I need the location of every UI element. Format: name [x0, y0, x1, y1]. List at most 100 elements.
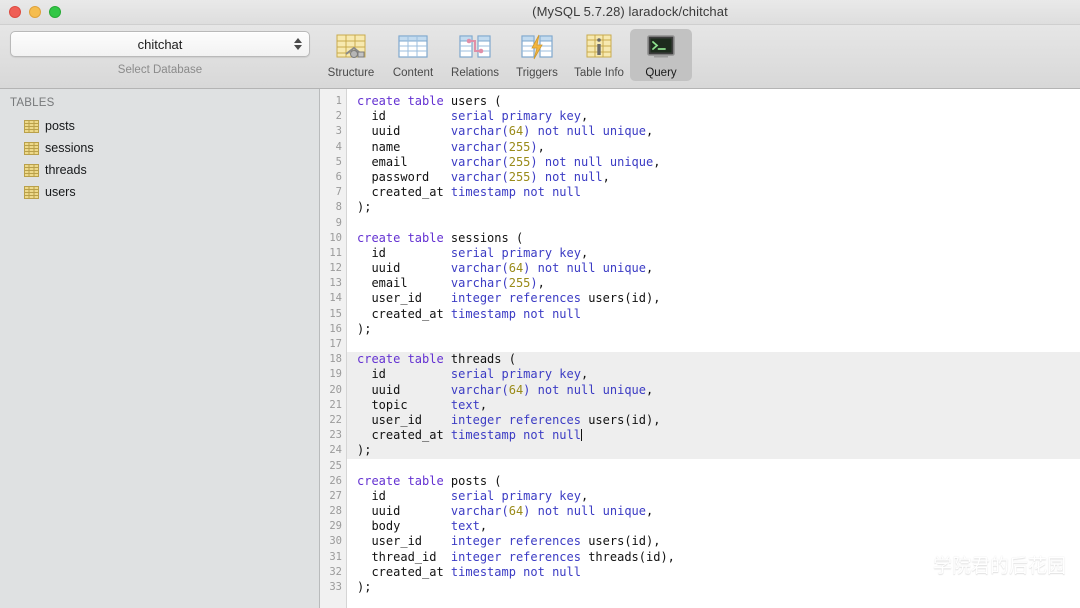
code-token: , — [653, 154, 661, 169]
code-line[interactable]: uuid varchar(64) not null unique, — [357, 261, 1080, 276]
code-line[interactable]: ); — [357, 443, 1080, 458]
code-line[interactable]: thread_id integer references threads(id)… — [357, 550, 1080, 565]
code-line[interactable]: create table posts ( — [357, 474, 1080, 489]
line-number: 10 — [329, 231, 342, 244]
sidebar-table-threads[interactable]: threads — [0, 159, 319, 181]
code-line[interactable]: user_id integer references users(id), — [357, 534, 1080, 549]
line-number: 20 — [329, 383, 342, 396]
toolbar-tab-table-info[interactable]: Table Info — [568, 29, 630, 81]
code-line[interactable]: id serial primary key, — [357, 367, 1080, 382]
code-line[interactable]: ); — [357, 580, 1080, 595]
code-line[interactable]: create table sessions ( — [357, 231, 1080, 246]
code-token: , — [646, 504, 654, 519]
toolbar-tab-triggers[interactable]: Triggers — [506, 29, 568, 81]
code-token: ) not null unique — [523, 382, 646, 397]
line-number: 28 — [329, 505, 342, 518]
code-token: timestamp not null — [450, 306, 581, 321]
line-number: 21 — [329, 398, 342, 411]
code-line[interactable]: user_id integer references users(id), — [357, 413, 1080, 428]
code-token: uuid — [357, 504, 451, 519]
code-line[interactable]: ); — [357, 322, 1080, 337]
line-number: 31 — [329, 550, 342, 563]
code-line[interactable]: ); — [357, 200, 1080, 215]
toolbar-tab-relations[interactable]: Relations — [444, 29, 506, 81]
toolbar-tab-content-label: Content — [392, 67, 434, 79]
code-token: varchar( — [450, 139, 509, 154]
code-line[interactable]: id serial primary key, — [357, 246, 1080, 261]
code-line[interactable]: password varchar(255) not null, — [357, 170, 1080, 185]
code-token: sessions ( — [450, 230, 524, 245]
code-token: ) — [530, 139, 538, 154]
sidebar-table-sessions[interactable]: sessions — [0, 137, 319, 159]
code-token: id — [357, 245, 451, 260]
code-token: 64 — [508, 261, 524, 276]
code-line[interactable]: id serial primary key, — [357, 109, 1080, 124]
code-line[interactable]: created_at timestamp not null — [357, 565, 1080, 580]
toolbar-tab-query-label: Query — [645, 67, 677, 79]
code-line[interactable]: name varchar(255), — [357, 140, 1080, 155]
code-line[interactable]: uuid varchar(64) not null unique, — [357, 383, 1080, 398]
code-token: users(id), — [588, 412, 661, 427]
code-line[interactable]: uuid varchar(64) not null unique, — [357, 124, 1080, 139]
sidebar-table-posts[interactable]: posts — [0, 115, 319, 137]
code-line[interactable]: user_id integer references users(id), — [357, 291, 1080, 306]
code-token: , — [580, 109, 589, 124]
code-token: users(id), — [588, 534, 661, 549]
code-token: text — [450, 397, 480, 412]
toolbar-tab-structure[interactable]: Structure — [320, 29, 382, 81]
code-token: 255 — [508, 169, 531, 184]
code-token: ) not null unique — [523, 124, 646, 139]
code-token: user_id — [357, 412, 451, 427]
code-line[interactable]: topic text, — [357, 398, 1080, 413]
code-line[interactable]: email varchar(255), — [357, 276, 1080, 291]
text-caret — [580, 429, 582, 442]
table-icon — [24, 163, 39, 177]
line-number: 33 — [329, 581, 342, 593]
sidebar-table-users[interactable]: users — [0, 181, 319, 203]
toolbar-tab-query[interactable]: Query — [630, 29, 692, 81]
code-token: , — [537, 139, 545, 154]
table-icon — [24, 119, 39, 133]
code-line[interactable]: create table threads ( — [357, 352, 1080, 367]
code-token: integer references — [450, 549, 589, 564]
code-token: varchar( — [450, 154, 509, 169]
code-token: users ( — [450, 94, 502, 108]
code-line[interactable]: created_at timestamp not null — [357, 185, 1080, 200]
code-line[interactable]: id serial primary key, — [357, 489, 1080, 504]
code-line[interactable]: created_at timestamp not null — [357, 428, 1080, 443]
code-token: , — [602, 169, 610, 184]
code-token: integer references — [450, 291, 589, 306]
code-token: name — [357, 139, 451, 154]
code-token: ); — [357, 443, 372, 458]
sql-code-area[interactable]: create table users ( id serial primary k… — [347, 89, 1080, 608]
code-token: ); — [357, 580, 372, 594]
line-number: 26 — [329, 474, 342, 487]
tables-sidebar: TABLES posts sessions threads users — [0, 89, 320, 608]
code-token: , — [580, 245, 589, 260]
code-token: ) not null — [530, 169, 603, 184]
code-line[interactable]: created_at timestamp not null — [357, 307, 1080, 322]
toolbar-tab-content[interactable]: Content — [382, 29, 444, 81]
code-token: varchar( — [450, 124, 509, 139]
table-icon — [24, 141, 39, 155]
title-bar: (MySQL 5.7.28) laradock/chitchat — [0, 0, 1080, 25]
code-token: 64 — [508, 124, 524, 139]
line-number: 14 — [329, 292, 342, 305]
code-line[interactable] — [357, 216, 1080, 231]
sequel-pro-window: (MySQL 5.7.28) laradock/chitchat chitcha… — [0, 0, 1080, 608]
code-line[interactable]: body text, — [357, 519, 1080, 534]
code-line[interactable]: create table users ( — [357, 94, 1080, 109]
code-token: create table — [357, 94, 451, 108]
select-database-dropdown[interactable]: chitchat — [10, 31, 310, 57]
code-token: varchar( — [450, 169, 509, 184]
relations-icon — [459, 35, 491, 58]
code-line[interactable] — [357, 459, 1080, 474]
code-line[interactable]: uuid varchar(64) not null unique, — [357, 504, 1080, 519]
query-editor[interactable]: 1 2 3 4 5 6 7 8 9 10 11 12 13 14 15 16 17 18 19 20 21 22 23 24 2… — [320, 89, 1080, 608]
line-number: 16 — [329, 322, 342, 335]
sidebar-table-label: threads — [45, 163, 87, 177]
code-line[interactable]: email varchar(255) not null unique, — [357, 155, 1080, 170]
code-line[interactable] — [357, 337, 1080, 352]
code-token: ) not null unique — [530, 154, 654, 169]
code-token: email — [357, 154, 451, 169]
